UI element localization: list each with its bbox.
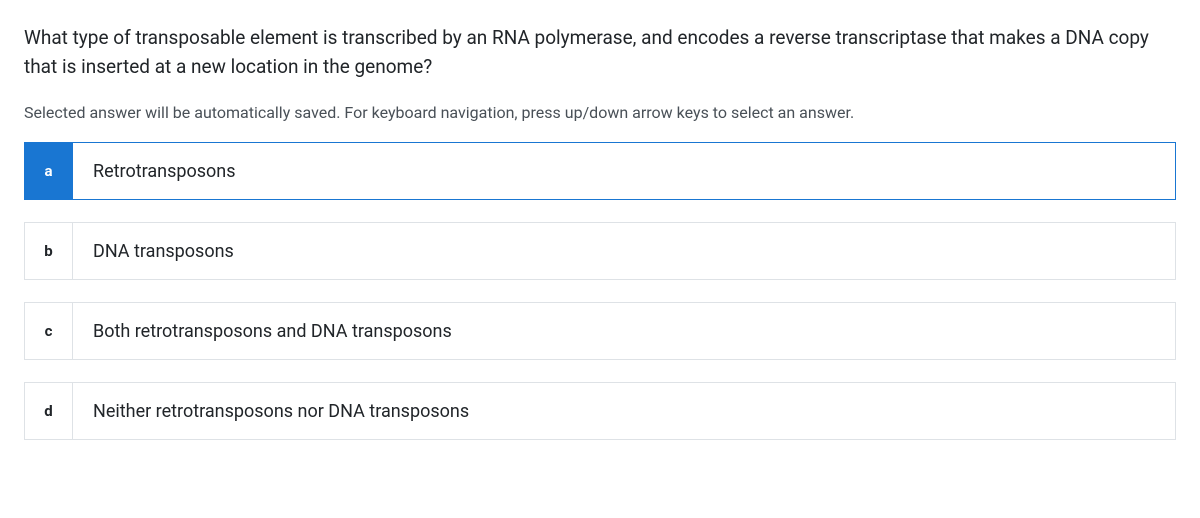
option-key-a: a <box>25 143 73 199</box>
options-list: a Retrotransposons b DNA transposons c B… <box>24 142 1176 440</box>
option-a[interactable]: a Retrotransposons <box>24 142 1176 200</box>
option-label-b: DNA transposons <box>73 223 1175 279</box>
option-label-c: Both retrotransposons and DNA transposon… <box>73 303 1175 359</box>
question-text: What type of transposable element is tra… <box>24 24 1176 81</box>
option-label-d: Neither retrotransposons nor DNA transpo… <box>73 383 1175 439</box>
instruction-text: Selected answer will be automatically sa… <box>24 103 1176 122</box>
option-label-a: Retrotransposons <box>73 143 1175 199</box>
option-key-b: b <box>25 223 73 279</box>
option-key-d: d <box>25 383 73 439</box>
option-c[interactable]: c Both retrotransposons and DNA transpos… <box>24 302 1176 360</box>
option-d[interactable]: d Neither retrotransposons nor DNA trans… <box>24 382 1176 440</box>
option-key-c: c <box>25 303 73 359</box>
option-b[interactable]: b DNA transposons <box>24 222 1176 280</box>
